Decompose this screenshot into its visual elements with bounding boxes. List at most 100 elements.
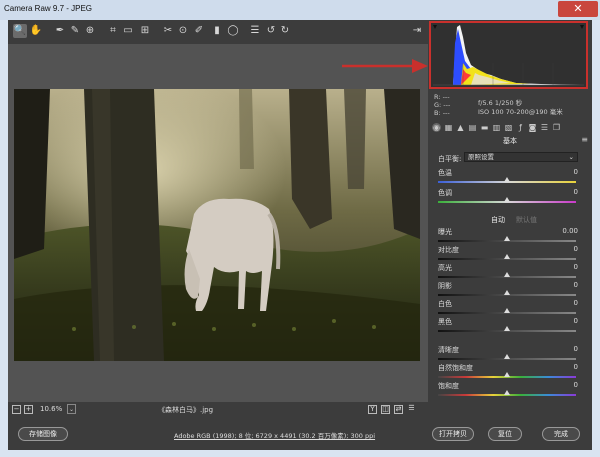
slider-thumb[interactable]: [504, 254, 510, 259]
slider-thumb[interactable]: [504, 390, 510, 395]
straighten-tool-icon[interactable]: ▭: [121, 24, 135, 38]
hand-tool-icon[interactable]: ✋: [29, 24, 43, 38]
slider-thumb[interactable]: [504, 236, 510, 241]
readout-b: B: ---: [434, 109, 450, 117]
white-balance-value: 原照设置: [468, 153, 494, 161]
adjustment-brush-icon[interactable]: ✐: [192, 24, 206, 38]
view-settings-icon[interactable]: ☰: [407, 405, 416, 414]
zoom-out-button[interactable]: −: [12, 405, 21, 414]
save-image-button[interactable]: 存储图像: [18, 427, 68, 441]
transform-tool-icon[interactable]: ⊞: [138, 24, 152, 38]
slider-label: 曝光: [438, 228, 452, 236]
file-name: 《森林白马》.jpg: [158, 406, 214, 414]
slider-value[interactable]: 0: [548, 168, 578, 176]
preferences-icon[interactable]: ☰: [248, 24, 262, 38]
color-sampler-tool-icon[interactable]: ✎: [68, 24, 82, 38]
graduated-filter-icon[interactable]: ▮: [210, 24, 224, 38]
lens-tab-icon[interactable]: ▥: [492, 123, 501, 132]
histogram-graph: [433, 25, 584, 86]
red-eye-tool-icon[interactable]: ⊙: [176, 24, 190, 38]
preview-bottom-bar: − + 10.6% ⌄ 《森林白马》.jpg Y ◫ ⇄ ☰: [8, 402, 428, 418]
window-title: Camera Raw 9.7 - JPEG: [4, 4, 93, 13]
close-button[interactable]: ✕: [558, 1, 598, 17]
targeted-adjustment-tool-icon[interactable]: ⊕: [83, 24, 97, 38]
slider-label: 自然饱和度: [438, 364, 473, 372]
panel-tabs: ◉ ▦ ▲ ▤ ▬ ▥ ▧ ƒ ◙ ☰ ❐: [430, 122, 588, 134]
slider-thumb[interactable]: [504, 272, 510, 277]
slider-label: 白色: [438, 300, 452, 308]
readout-r: R: ---: [434, 93, 450, 101]
basic-tab-icon[interactable]: ◉: [432, 123, 441, 132]
camera-calibration-tab-icon[interactable]: ◙: [528, 123, 537, 132]
zoom-level: 10.6%: [40, 405, 63, 413]
split-toning-tab-icon[interactable]: ▬: [480, 123, 489, 132]
zoom-dropdown-button[interactable]: ⌄: [67, 404, 76, 414]
effects-tab-icon[interactable]: ƒ: [516, 123, 525, 132]
slider-label: 对比度: [438, 246, 459, 254]
white-balance-tool-icon[interactable]: ✒: [53, 24, 67, 38]
open-copy-button[interactable]: 打开拷贝: [432, 427, 474, 441]
workflow-options-link[interactable]: Adobe RGB (1998); 8 位; 6729 x 4491 (30.2…: [174, 430, 375, 440]
rotate-right-icon[interactable]: ↻: [278, 24, 292, 38]
spot-removal-tool-icon[interactable]: ✂: [161, 24, 175, 38]
slider-label: 高光: [438, 264, 452, 272]
slider-value[interactable]: 0: [548, 299, 578, 307]
white-balance-select[interactable]: 原照设置 ⌄: [464, 152, 578, 162]
slider-label: 色调: [438, 189, 452, 197]
slider-thumb[interactable]: [504, 308, 510, 313]
preview-image: [14, 89, 420, 361]
crop-tool-icon[interactable]: ⌗: [106, 24, 120, 38]
before-after-icon[interactable]: ◫: [381, 405, 390, 414]
preview-area: [8, 44, 428, 402]
view-toggle-y-button[interactable]: Y: [368, 405, 377, 414]
window-titlebar: Camera Raw 9.7 - JPEG ✕: [0, 0, 600, 20]
chevron-down-icon: ⌄: [568, 153, 574, 161]
forest-horse-photo: [14, 89, 420, 361]
radial-filter-icon[interactable]: ◯: [226, 24, 240, 38]
annotation-arrow-icon: [342, 59, 428, 73]
reset-button[interactable]: 复位: [488, 427, 522, 441]
snapshots-tab-icon[interactable]: ❐: [552, 123, 561, 132]
transform-tab-icon[interactable]: ▧: [504, 123, 513, 132]
highlight-clipping-icon: [580, 25, 584, 29]
zoom-in-button[interactable]: +: [24, 405, 33, 414]
fullscreen-toggle-icon[interactable]: ⇥: [410, 24, 424, 38]
presets-tab-icon[interactable]: ☰: [540, 123, 549, 132]
slider-label: 清晰度: [438, 346, 459, 354]
hsl-tab-icon[interactable]: ▤: [468, 123, 477, 132]
panel-menu-icon[interactable]: ≡: [581, 135, 588, 144]
slider-value[interactable]: 0: [548, 263, 578, 271]
slider-thumb[interactable]: [504, 290, 510, 295]
default-button[interactable]: 默认值: [516, 215, 537, 225]
slider-thumb[interactable]: [504, 197, 510, 202]
slider-thumb[interactable]: [504, 177, 510, 182]
rotate-left-icon[interactable]: ↺: [264, 24, 278, 38]
slider-value[interactable]: 0: [548, 345, 578, 353]
slider-value[interactable]: 0: [548, 381, 578, 389]
swap-settings-icon[interactable]: ⇄: [394, 405, 403, 414]
slider-thumb[interactable]: [504, 354, 510, 359]
shadow-clipping-icon: [433, 25, 437, 29]
slider-value[interactable]: 0.00: [548, 227, 578, 235]
slider-value[interactable]: 0: [548, 245, 578, 253]
histogram: [429, 21, 588, 89]
adjustment-panel: R: --- G: --- B: --- f/5.6 1/250 秒 ISO 1…: [428, 20, 592, 418]
slider-label: 色温: [438, 169, 452, 177]
dialog-footer: 存储图像 Adobe RGB (1998); 8 位; 6729 x 4491 …: [8, 418, 592, 450]
slider-label: 黑色: [438, 318, 452, 326]
zoom-tool-icon[interactable]: 🔍: [13, 24, 27, 38]
tone-curve-tab-icon[interactable]: ▦: [444, 123, 453, 132]
slider-label: 饱和度: [438, 382, 459, 390]
slider-thumb[interactable]: [504, 372, 510, 377]
slider-value[interactable]: 0: [548, 281, 578, 289]
done-button[interactable]: 完成: [542, 427, 580, 441]
auto-button[interactable]: 自动: [491, 215, 505, 225]
slider-value[interactable]: 0: [548, 188, 578, 196]
white-balance-label: 白平衡:: [438, 155, 462, 163]
toolbar: 🔍 ✋ ✒ ✎ ⊕ ⌗ ▭ ⊞ ✂ ⊙ ✐ ▮ ◯ ☰ ↺ ↻ ⇥: [8, 20, 428, 44]
slider-thumb[interactable]: [504, 326, 510, 331]
iso-lens-info: ISO 100 70-200@190 毫米: [478, 108, 563, 116]
slider-value[interactable]: 0: [548, 363, 578, 371]
slider-value[interactable]: 0: [548, 317, 578, 325]
detail-tab-icon[interactable]: ▲: [456, 123, 465, 132]
